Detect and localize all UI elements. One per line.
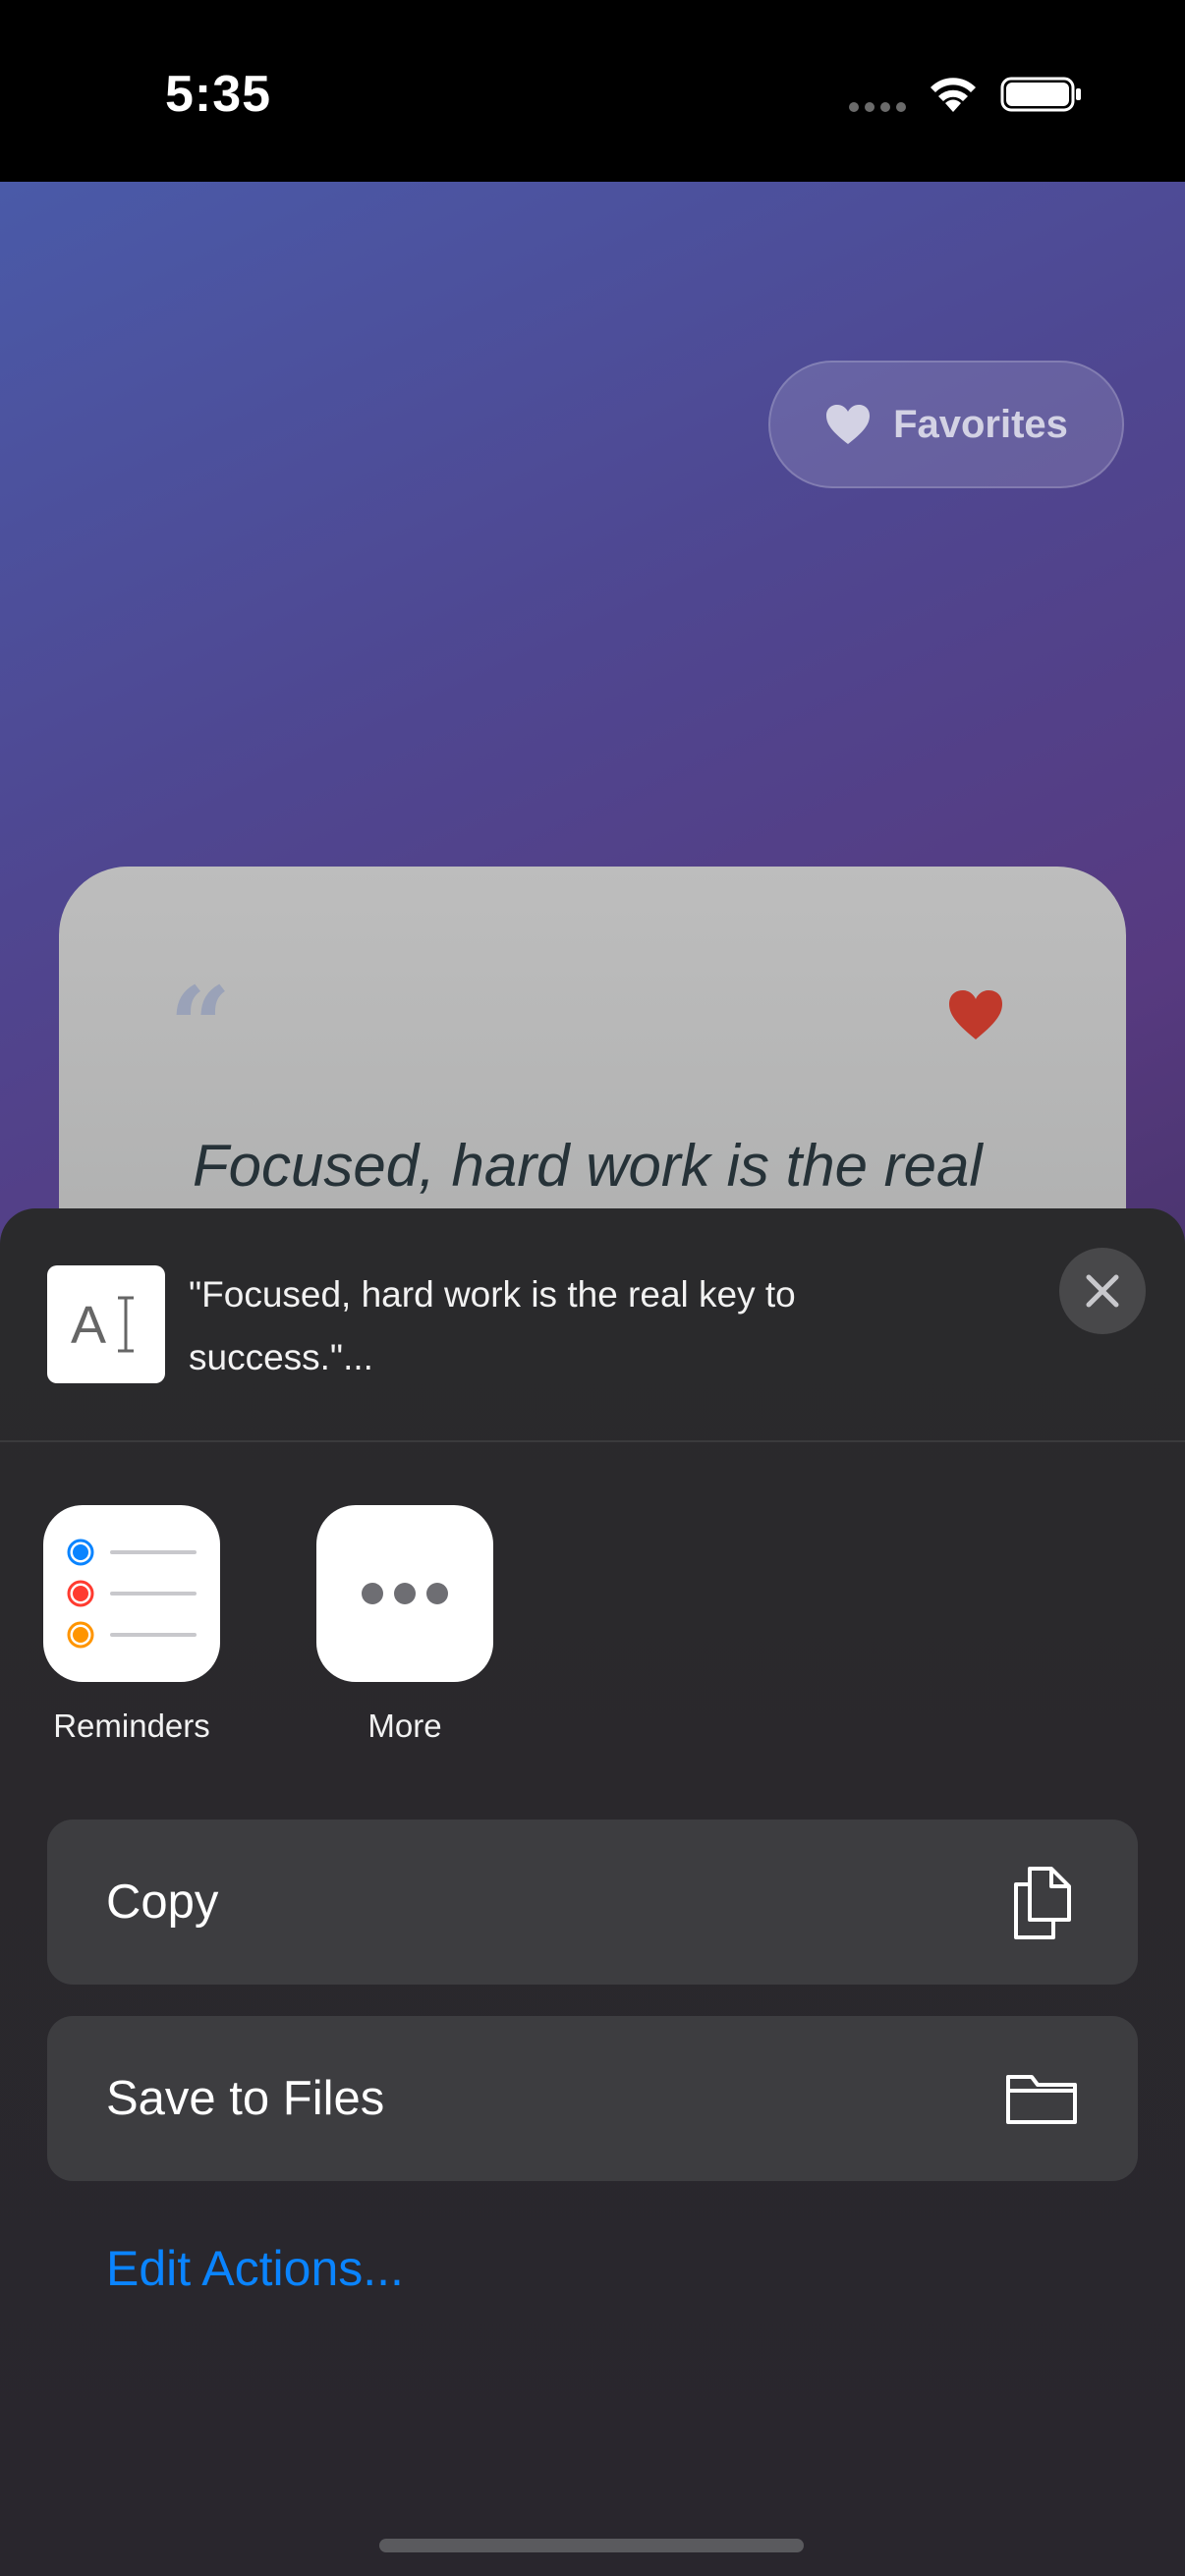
save-to-files-label: Save to Files [106, 2072, 385, 2125]
text-document-icon: A [47, 1265, 165, 1383]
close-icon [1086, 1274, 1119, 1308]
copy-action[interactable]: Copy [47, 1820, 1138, 1985]
cellular-signal-icon [849, 102, 908, 116]
svg-text:A: A [71, 1296, 106, 1355]
favorites-label: Favorites [893, 402, 1068, 446]
copy-label: Copy [106, 1876, 219, 1929]
status-time: 5:35 [165, 66, 272, 123]
quote-text: Focused, hard work is the real [193, 1133, 983, 1199]
battery-icon [1000, 77, 1081, 112]
share-sheet: A "Focused, hard work is the real key to… [0, 1208, 1185, 2576]
close-button[interactable] [1059, 1248, 1146, 1334]
share-sheet-header: A "Focused, hard work is the real key to… [0, 1208, 1185, 1442]
favorite-heart-icon[interactable] [947, 988, 1004, 1041]
reminders-icon [67, 1539, 197, 1649]
folder-icon [1006, 2075, 1077, 2124]
favorites-button[interactable]: Favorites [768, 361, 1124, 488]
more-button[interactable] [316, 1505, 493, 1682]
wifi-icon [931, 78, 976, 112]
home-indicator[interactable] [379, 2539, 804, 2552]
copy-icon [1014, 1867, 1071, 1939]
more-label: More [367, 1708, 442, 1744]
share-preview-text: "Focused, hard work is the real key to s… [189, 1274, 796, 1377]
save-to-files-action[interactable]: Save to Files [47, 2016, 1138, 2181]
more-icon [362, 1583, 448, 1604]
edit-actions-link[interactable]: Edit Actions... [106, 2240, 404, 2297]
reminders-label: Reminders [53, 1708, 210, 1744]
heart-icon [826, 405, 871, 444]
quote-mark-icon: “ [169, 963, 232, 1090]
status-bar: 5:35 [0, 0, 1185, 182]
reminders-app-button[interactable] [43, 1505, 220, 1682]
